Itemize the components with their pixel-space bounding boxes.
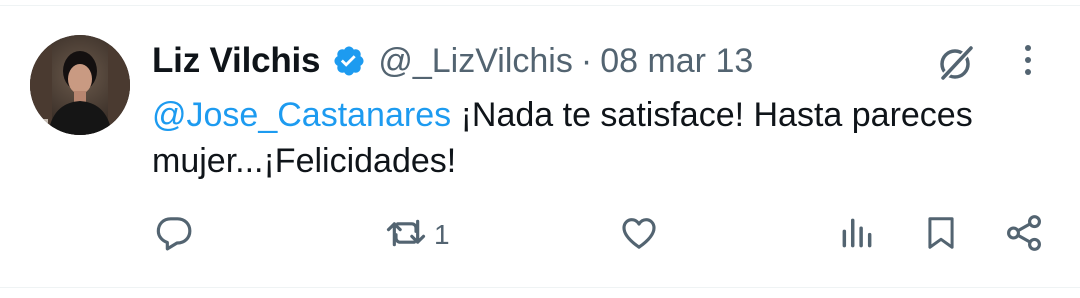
header-separator: · [580,41,593,80]
author-handle[interactable]: @_LizVilchis [378,42,573,81]
avatar[interactable] [30,35,130,135]
reply-button[interactable] [154,214,194,256]
retweet-button[interactable]: 1 [384,214,450,256]
grok-icon[interactable] [935,42,977,84]
heart-icon [618,213,660,258]
top-divider [0,5,1080,6]
views-icon [838,213,876,258]
tweet-header: Liz Vilchis @_LizVilchis · 08 mar 13 [152,38,753,84]
mention-link[interactable]: @Jose_Castanares [152,96,451,134]
bookmark-icon [922,213,960,258]
more-vertical-icon[interactable] [1016,42,1040,80]
author-name[interactable]: Liz Vilchis [152,41,321,81]
share-button[interactable] [1003,214,1045,256]
tweet-date[interactable]: 08 mar 13 [600,42,753,81]
tweet-text: @Jose_Castanares ¡Nada te satisface! Has… [152,92,1032,184]
share-icon [1003,212,1045,259]
like-button[interactable] [618,214,660,256]
verified-badge-icon [332,44,366,78]
retweet-icon [384,213,428,258]
reply-icon [154,213,194,258]
retweet-count: 1 [434,219,450,250]
bookmark-button[interactable] [922,214,960,256]
bottom-divider [0,287,1080,288]
views-button[interactable] [838,214,876,256]
